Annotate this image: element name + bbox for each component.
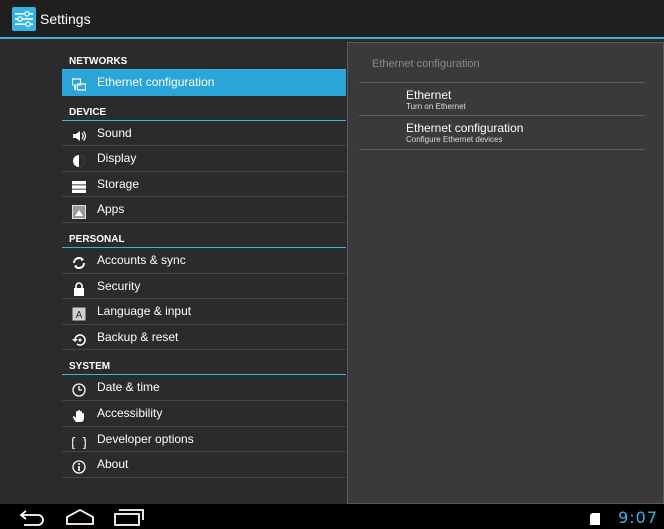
category-header-system: SYSTEM [62, 357, 346, 376]
apps-icon [72, 203, 86, 220]
sidebar-item-label: Accessibility [97, 405, 163, 420]
pref-ethernet-configuration[interactable]: Ethernet configuration Configure Etherne… [406, 121, 523, 144]
settings-app-icon[interactable] [12, 7, 36, 31]
sidebar-item-about[interactable]: About [62, 452, 346, 478]
braces-icon: { } [69, 433, 90, 451]
info-icon [72, 458, 86, 474]
navigation-bar: 9:07 [0, 504, 664, 529]
sidebar-item-label: About [97, 457, 129, 472]
category-header-device: DEVICE [62, 103, 346, 121]
app-title: Settings [40, 11, 91, 27]
sidebar-item-label: Sound [97, 125, 132, 140]
back-icon[interactable] [18, 508, 46, 529]
sidebar-item-accessibility[interactable]: Accessibility [62, 401, 346, 427]
recent-apps-icon[interactable] [112, 508, 144, 529]
sidebar-item-apps[interactable]: Apps [62, 197, 346, 223]
display-icon [72, 152, 86, 168]
home-icon[interactable] [64, 508, 96, 529]
sidebar-item-label: Storage [97, 176, 140, 191]
sidebar-item-display[interactable]: Display [62, 146, 346, 172]
sidebar-item-sound[interactable]: Sound [62, 121, 346, 147]
svg-text:A: A [76, 310, 83, 321]
sidebar-item-label: Apps [97, 202, 125, 217]
sidebar-item-label: Accounts & sync [97, 252, 186, 267]
sidebar-item-label: Language & input [97, 304, 192, 319]
divider [359, 149, 645, 150]
lock-icon [72, 280, 86, 296]
sidebar-item-language-input[interactable]: A Language & input [62, 299, 346, 325]
sidebar-item-backup-reset[interactable]: Backup & reset [62, 325, 346, 351]
sidebar-item-label: Date & time [97, 380, 160, 395]
sidebar-item-label: Security [97, 278, 141, 293]
sidebar-item-developer-options[interactable]: { } Developer options [62, 427, 346, 453]
pref-title: Ethernet [406, 88, 452, 102]
sidebar-item-ethernet-configuration[interactable]: Ethernet configuration [62, 70, 346, 96]
sidebar-item-date-time[interactable]: Date & time [62, 375, 346, 401]
detail-pane: Ethernet configuration Ethernet Turn on … [347, 42, 664, 504]
ethernet-icon [71, 76, 87, 91]
language-icon: A [72, 305, 86, 321]
sd-card-icon [590, 512, 600, 529]
sidebar-item-label: Display [97, 151, 137, 166]
category-header-personal: PERSONAL [62, 230, 346, 248]
pref-summary: Turn on Ethernet [406, 102, 466, 111]
sidebar-item-label: Ethernet configuration [97, 75, 215, 89]
sidebar-item-label: Backup & reset [97, 329, 179, 344]
svg-text:{ }: { } [72, 436, 86, 449]
category-header-networks: NETWORKS [62, 52, 346, 70]
sidebar-item-security[interactable]: Security [62, 274, 346, 300]
storage-icon [72, 178, 86, 193]
divider [359, 115, 645, 116]
sound-icon [72, 127, 86, 141]
detail-header: Ethernet configuration [372, 58, 480, 70]
backup-icon [72, 331, 86, 346]
sidebar-item-accounts-sync[interactable]: Accounts & sync [62, 248, 346, 274]
settings-list: NETWORKS Ethernet configuration DEVICE S… [62, 52, 346, 478]
hand-icon [72, 407, 86, 422]
sidebar-item-storage[interactable]: Storage [62, 172, 346, 198]
action-bar: Settings [0, 0, 664, 39]
sidebar-item-label: Developer options [97, 431, 194, 446]
pref-summary: Configure Ethernet devices [406, 135, 503, 144]
pref-ethernet[interactable]: Ethernet Turn on Ethernet [406, 88, 466, 111]
clock-time[interactable]: 9:07 [618, 508, 658, 527]
clock-icon [72, 381, 86, 397]
divider [359, 82, 645, 83]
pref-title: Ethernet configuration [406, 121, 524, 135]
sync-icon [72, 254, 86, 269]
